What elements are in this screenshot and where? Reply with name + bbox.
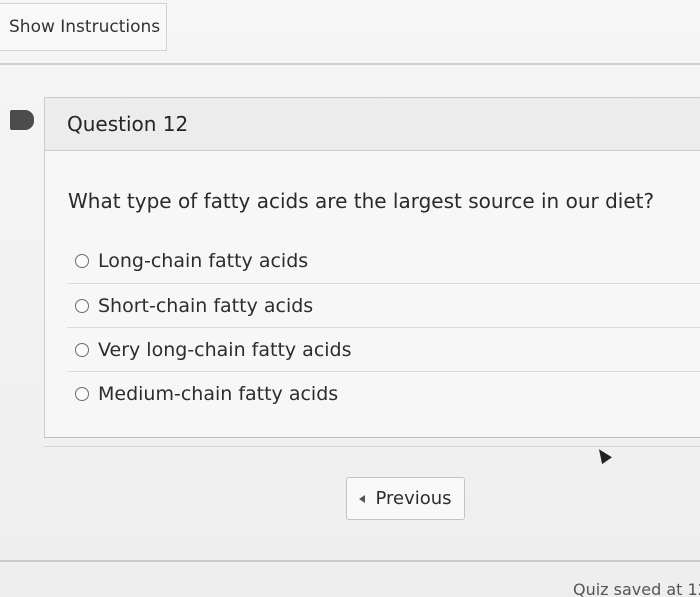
- radio-icon[interactable]: [75, 254, 89, 268]
- mouse-cursor-icon: [594, 445, 612, 465]
- answer-options: Long-chain fatty acids Short-chain fatty…: [67, 239, 700, 415]
- answer-option-label: Medium-chain fatty acids: [98, 382, 339, 405]
- bottom-divider: [0, 560, 700, 562]
- answer-option[interactable]: Long-chain fatty acids: [67, 239, 700, 283]
- quiz-page: Show Instructions Question 12 What type …: [0, 0, 700, 597]
- previous-button[interactable]: Previous: [346, 477, 465, 520]
- question-header: Question 12: [44, 97, 700, 151]
- question-body: What type of fatty acids are the largest…: [44, 151, 700, 438]
- chevron-left-icon: [359, 494, 366, 503]
- top-divider: [0, 63, 700, 65]
- bookmark-flag-icon[interactable]: [10, 110, 34, 130]
- radio-icon[interactable]: [75, 386, 89, 401]
- answer-option[interactable]: Very long-chain fatty acids: [67, 327, 700, 371]
- quiz-saved-status: Quiz saved at 12: [573, 580, 700, 597]
- answer-option-label: Short-chain fatty acids: [98, 294, 314, 317]
- answer-option[interactable]: Short-chain fatty acids: [67, 283, 700, 327]
- answer-option-label: Very long-chain fatty acids: [98, 338, 352, 361]
- radio-icon[interactable]: [75, 298, 89, 313]
- previous-button-label: Previous: [375, 488, 452, 509]
- show-instructions-button[interactable]: Show Instructions: [0, 3, 167, 51]
- answer-option[interactable]: Medium-chain fatty acids: [67, 371, 700, 415]
- answer-option-label: Long-chain fatty acids: [98, 250, 309, 272]
- question-text: What type of fatty acids are the largest…: [68, 189, 655, 213]
- radio-icon[interactable]: [75, 342, 89, 357]
- question-title: Question 12: [67, 112, 189, 136]
